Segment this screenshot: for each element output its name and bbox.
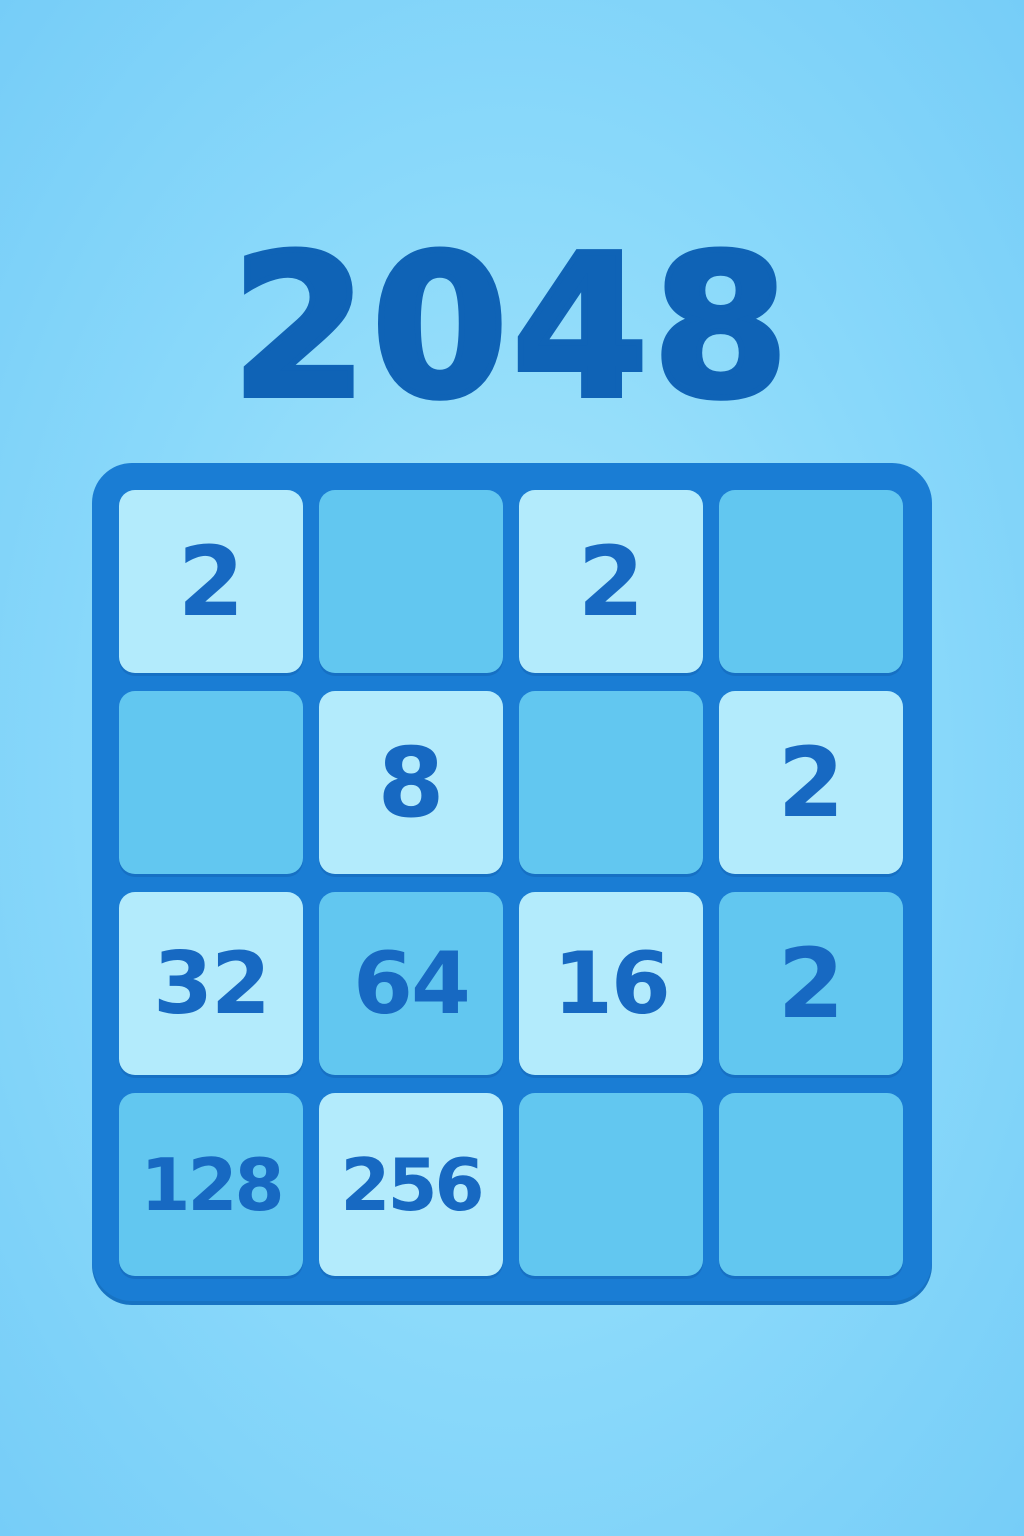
game-board[interactable]: 2 2 8 2 32 64 16 2 128 256: [92, 463, 932, 1305]
tile-value: 128: [140, 1142, 284, 1227]
tile-r3-c1: 32: [119, 892, 303, 1075]
empty-cell-r1-c2: [319, 490, 503, 673]
tile-r2-c2: 8: [319, 691, 503, 874]
tile-r4-c2: 256: [319, 1093, 503, 1276]
tile-value: 2: [177, 525, 245, 638]
game-title: 2048: [228, 214, 793, 442]
tile-value: 2: [577, 525, 645, 638]
empty-cell-r1-c4: [719, 490, 903, 673]
empty-cell-r2-c3: [519, 691, 703, 874]
tile-r2-c4: 2: [719, 691, 903, 874]
empty-cell-r4-c4: [719, 1093, 903, 1276]
tile-value: 256: [340, 1142, 484, 1227]
tile-r1-c3: 2: [519, 490, 703, 673]
tile-value: 16: [553, 933, 671, 1034]
tile-r4-c1: 128: [119, 1093, 303, 1276]
tile-value: 64: [353, 933, 471, 1034]
tile-r3-c4: 2: [719, 892, 903, 1075]
tile-r3-c2: 64: [319, 892, 503, 1075]
tile-value: 32: [153, 933, 271, 1034]
tile-value: 2: [777, 927, 845, 1040]
empty-cell-r4-c3: [519, 1093, 703, 1276]
tile-r3-c3: 16: [519, 892, 703, 1075]
tile-value: 8: [377, 726, 445, 839]
tile-value: 2: [777, 726, 845, 839]
empty-cell-r2-c1: [119, 691, 303, 874]
tile-r1-c1: 2: [119, 490, 303, 673]
